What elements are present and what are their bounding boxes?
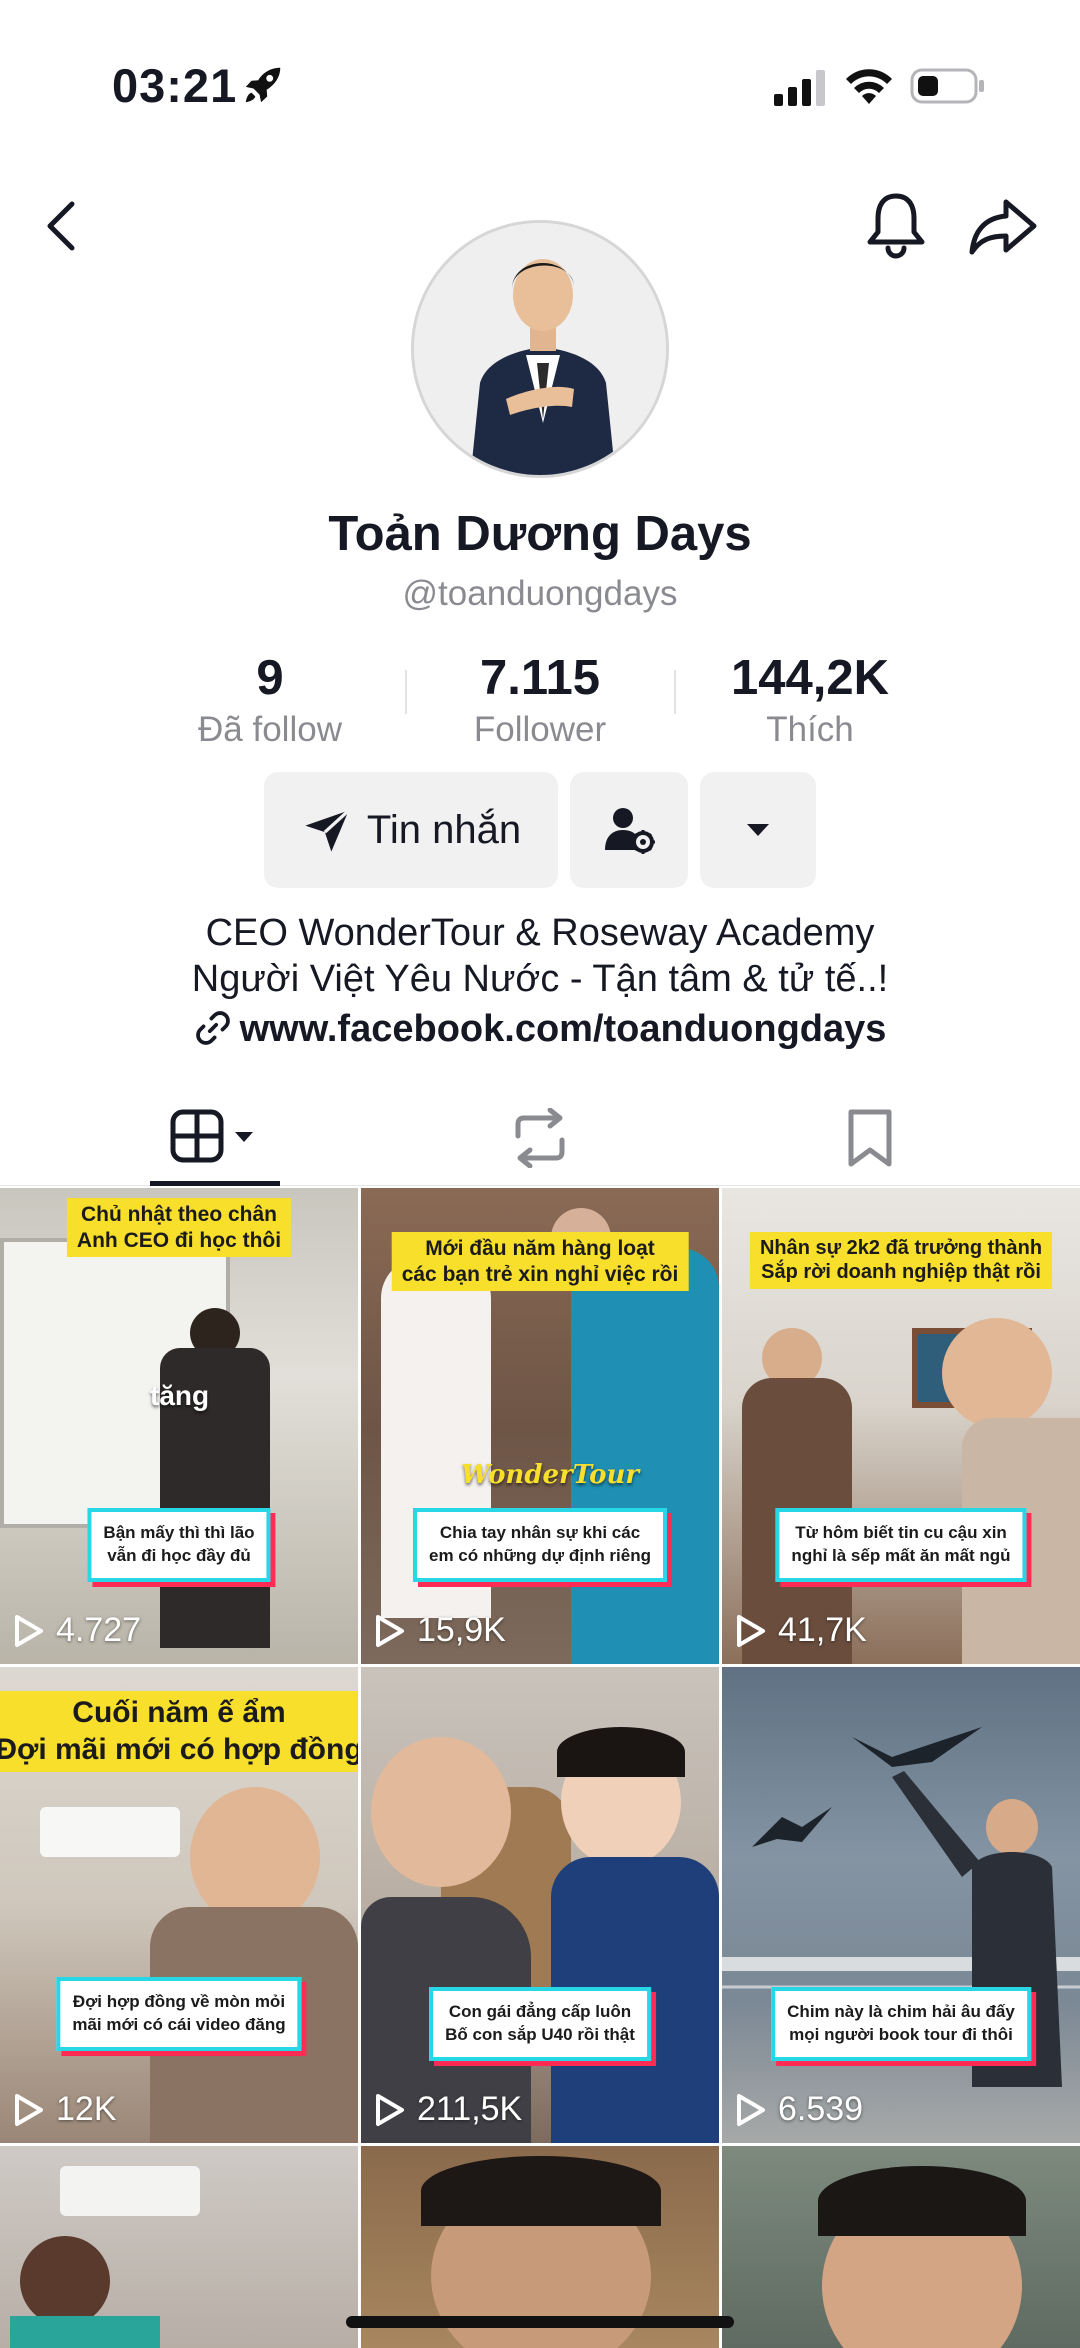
- play-icon: [15, 1614, 43, 1647]
- video-title: Nhân sự 2k2 đã trưởng thành Sắp rời doanh…: [749, 1232, 1053, 1289]
- video-caption: Bận mấy thì thì lão vẫn đi học đầy đủ: [87, 1508, 271, 1582]
- stat-following-label: Đã follow: [198, 710, 342, 749]
- video-thumbnail[interactable]: Con gái đẳng cấp luôn Bố con sắp U40 rồi …: [361, 1667, 719, 2143]
- bio-line: Người Việt Yêu Nước - Tận tâm & tử tế..!: [191, 958, 889, 1000]
- repost-icon: [515, 1108, 565, 1168]
- caret-down-icon: [747, 824, 769, 836]
- grid-icon: [170, 1109, 253, 1162]
- play-icon: [376, 2093, 404, 2126]
- share-icon[interactable]: [968, 196, 1038, 256]
- play-icon: [15, 2093, 43, 2126]
- video-caption: Đợi hợp đồng về mòn mỏi mãi mới có cái vi…: [56, 1977, 302, 2051]
- video-thumbnail[interactable]: [0, 2146, 358, 2348]
- avatar-image: [414, 223, 666, 475]
- stat-divider: [405, 670, 407, 714]
- stat-likes-count: 144,2K: [730, 651, 889, 705]
- play-icon: [737, 1614, 765, 1647]
- view-count-text: 6.539: [778, 2090, 864, 2128]
- message-button-label: Tin nhắn: [366, 807, 522, 852]
- profile-tabs: [0, 1090, 1080, 1186]
- message-button[interactable]: Tin nhắn: [264, 772, 558, 888]
- stat-likes[interactable]: 144,2K Thích: [690, 650, 930, 750]
- view-count: 6.539: [736, 2090, 863, 2129]
- view-count-text: 15,9K: [417, 1611, 506, 1649]
- video-caption: Chia tay nhân sự khi các em có những dự đ…: [412, 1508, 668, 1582]
- seagulls-scene: [722, 1727, 1080, 2087]
- view-count-text: 41,7K: [778, 1611, 867, 1649]
- stat-likes-label: Thích: [766, 710, 854, 749]
- bookmark-icon: [848, 1109, 892, 1167]
- battery-icon: [910, 68, 984, 104]
- view-count: 12K: [14, 2090, 117, 2129]
- user-settings-icon: [605, 808, 655, 854]
- view-count: 15,9K: [375, 1611, 506, 1650]
- friend-settings-button[interactable]: [570, 772, 688, 888]
- video-thumbnail[interactable]: Mới đầu năm hàng loạt các bạn trẻ xin ngh…: [361, 1188, 719, 1664]
- view-count-text: 4.727: [56, 1611, 142, 1649]
- view-count: 4.727: [14, 1611, 141, 1650]
- signal-icon: [774, 70, 825, 106]
- username-handle: @toanduongdays: [402, 574, 678, 613]
- rocket-icon: [245, 67, 281, 103]
- tab-videos[interactable]: [150, 1090, 280, 1186]
- play-icon: [376, 1614, 404, 1647]
- more-dropdown-button[interactable]: [700, 772, 816, 888]
- play-icon: [737, 2093, 765, 2126]
- status-bar: 03:21: [0, 0, 1080, 175]
- tab-reposts[interactable]: [480, 1090, 600, 1186]
- bio-link[interactable]: www.facebook.com/toanduongdays: [0, 1008, 1080, 1051]
- video-caption: Chim này là chim hải âu đấy mọi người boo…: [771, 1987, 1031, 2061]
- stat-followers-count: 7.115: [480, 651, 600, 705]
- video-overlay-text: WonderTour: [461, 1460, 640, 1490]
- status-time: 03:21: [112, 59, 238, 112]
- stat-followers-label: Follower: [473, 710, 607, 749]
- video-thumbnail[interactable]: Cuối năm ế ẩm Đợi mãi mới có hợp đồng Đợi…: [0, 1667, 358, 2143]
- video-thumbnail[interactable]: Nhân sự 2k2 đã trưởng thành Sắp rời doanh…: [722, 1188, 1080, 1664]
- video-thumbnail[interactable]: [722, 2146, 1080, 2348]
- stat-following-count: 9: [256, 651, 284, 705]
- video-thumbnail[interactable]: Chim này là chim hải âu đấy mọi người boo…: [722, 1667, 1080, 2143]
- avatar[interactable]: [411, 220, 669, 478]
- view-count: 211,5K: [375, 2090, 522, 2129]
- view-count-text: 211,5K: [417, 2090, 523, 2128]
- bio-link-text: www.facebook.com/toanduongdays: [239, 1008, 887, 1050]
- video-title: Chủ nhật theo chân Anh CEO đi học thôi: [66, 1198, 292, 1258]
- send-icon: [305, 809, 350, 852]
- bio-line: CEO WonderTour & Roseway Academy: [205, 912, 875, 954]
- display-name: Toản Dương Days: [328, 507, 752, 561]
- view-count: 41,7K: [736, 1611, 867, 1650]
- video-thumbnail[interactable]: Chủ nhật theo chân Anh CEO đi học thôi tă…: [0, 1188, 358, 1664]
- stat-followers[interactable]: 7.115 Follower: [420, 650, 660, 750]
- stat-divider: [674, 670, 676, 714]
- video-overlay-text: tăng: [150, 1380, 210, 1411]
- back-icon[interactable]: [38, 196, 86, 256]
- video-caption: Con gái đẳng cấp luôn Bố con sắp U40 rồi …: [429, 1987, 651, 2061]
- link-icon: [195, 1011, 230, 1045]
- tab-saved[interactable]: [810, 1090, 930, 1186]
- wifi-icon: [846, 69, 892, 104]
- bell-icon[interactable]: [864, 190, 928, 260]
- video-caption: Từ hôm biết tin cu cậu xin nghỉ là sếp mấ…: [775, 1508, 1027, 1582]
- home-indicator: [346, 2316, 734, 2328]
- video-title: Cuối năm ế ẩm Đợi mãi mới có hợp đồng: [0, 1691, 358, 1773]
- view-count-text: 12K: [56, 2090, 117, 2128]
- stat-following[interactable]: 9 Đã follow: [150, 650, 390, 750]
- video-title: Mới đầu năm hàng loạt các bạn trẻ xin ngh…: [391, 1232, 689, 1292]
